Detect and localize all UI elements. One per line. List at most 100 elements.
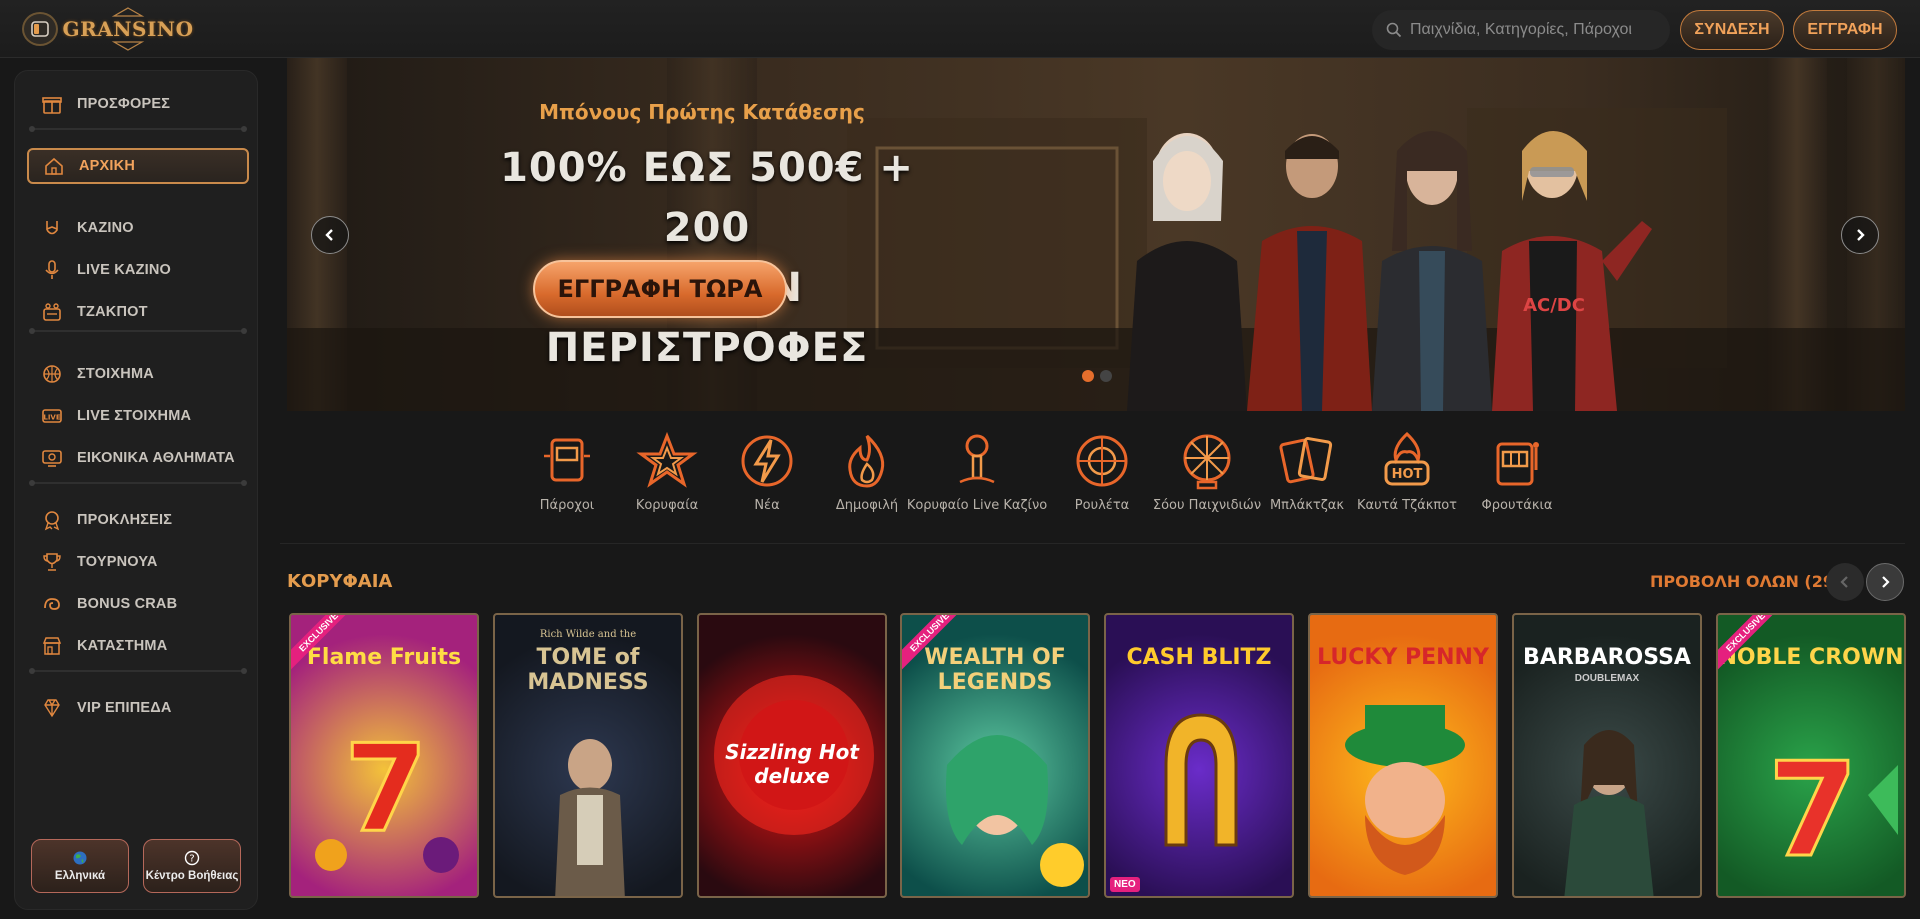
sidebar-item-καζινο[interactable]: ΚΑΖΙΝΟ xyxy=(27,210,249,246)
sidebar-item-bonus-crab[interactable]: BONUS CRAB xyxy=(27,586,249,622)
game-tile[interactable]: WEALTH OF LEGENDS EXCLUSIVE xyxy=(900,613,1090,898)
category-label: Κορυφαίο Live Καζίνο xyxy=(906,498,1048,513)
sidebar-divider xyxy=(29,328,247,334)
category-microphone[interactable]: Κορυφαίο Live Καζίνο xyxy=(907,430,1047,513)
store-icon xyxy=(42,637,62,655)
game-title: Sizzling Hot deluxe xyxy=(725,740,859,788)
banner-dot[interactable] xyxy=(1100,370,1112,382)
jackpot-icon xyxy=(43,303,61,321)
banner-dot[interactable] xyxy=(1082,370,1094,382)
category-cards[interactable]: Μπλάκτζακ xyxy=(1252,430,1362,513)
logo-emblem-icon xyxy=(111,7,145,51)
svg-text:LIVE: LIVE xyxy=(43,414,60,422)
games-next-button[interactable] xyxy=(1866,563,1904,601)
search-input[interactable] xyxy=(1410,21,1660,39)
live-icon: LIVE xyxy=(42,409,62,423)
sidebar-item-live-στοιχημα[interactable]: LIVE LIVE ΣΤΟΙΧΗΜΑ xyxy=(27,398,249,434)
slot-machine-icon xyxy=(1496,442,1539,486)
lightning-icon xyxy=(741,435,793,487)
search-box[interactable] xyxy=(1372,10,1670,50)
category-label: Καυτά Τζάκποτ xyxy=(1357,498,1457,513)
home-icon xyxy=(45,157,63,175)
view-all-label: ΠΡΟΒΟΛΗ ΟΛΩΝ (292) xyxy=(1650,572,1853,591)
category-label: Μπλάκτζακ xyxy=(1269,498,1345,513)
games-prev-button[interactable] xyxy=(1826,563,1864,601)
sidebar-item-στοιχημα[interactable]: ΣΤΟΙΧΗΜΑ xyxy=(27,356,249,392)
language-label: Ελληνικά xyxy=(54,870,106,882)
banner-next-button[interactable] xyxy=(1841,216,1879,254)
sidebar-item-αρχικη[interactable]: ΑΡΧΙΚΗ xyxy=(27,148,249,184)
game-tile[interactable]: 7 Flame Fruits EXCLUSIVE xyxy=(289,613,479,898)
game-tile[interactable]: CASH BLITZ ΝΕΟ xyxy=(1104,613,1294,898)
category-star[interactable]: Κορυφαία xyxy=(612,430,722,513)
sidebar-item-label: BONUS CRAB xyxy=(77,596,178,612)
sidebar-toggle-button[interactable] xyxy=(22,12,58,46)
sidebar-item-label: ΚΑΖΙΝΟ xyxy=(77,220,134,236)
logo[interactable]: GRANSINO xyxy=(63,6,193,52)
game-title: BARBAROSSA xyxy=(1523,645,1691,670)
trophy-icon xyxy=(43,553,61,571)
category-lightning[interactable]: Νέα xyxy=(712,430,822,513)
sidebar-item-label: ΑΡΧΙΚΗ xyxy=(79,158,135,174)
category-label: Νέα xyxy=(754,498,780,513)
category-slot-machine[interactable]: Φρουτάκια xyxy=(1462,430,1572,513)
svg-text:HOT: HOT xyxy=(1392,467,1423,482)
sidebar-item-προσφορες[interactable]: ΠΡΟΣΦΟΡΕΣ xyxy=(27,86,249,122)
language-button[interactable]: Ελληνικά xyxy=(31,839,129,893)
globe-icon xyxy=(73,851,87,865)
category-hot[interactable]: HOT Καυτά Τζάκποτ xyxy=(1352,430,1462,513)
sidebar-item-καταστημα[interactable]: ΚΑΤΑΣΤΗΜΑ xyxy=(27,628,249,664)
sidebar-item-τζακποτ[interactable]: ΤΖΑΚΠΟΤ xyxy=(27,294,249,330)
svg-text:?: ? xyxy=(189,854,194,865)
promo-banner: AC/DC Μπόνους Πρώτης Κατάθεσης 100% ΕΩΣ … xyxy=(287,58,1905,411)
sidebar-item-vip-επιπεδα[interactable]: VIP ΕΠΙΠΕΔΑ xyxy=(27,690,249,726)
banner-subtitle: Μπόνους Πρώτης Κατάθεσης xyxy=(539,100,865,124)
roulette-icon xyxy=(1076,435,1128,487)
category-label: Κορυφαία xyxy=(635,498,699,513)
microphone-icon xyxy=(45,260,59,279)
category-provider-machine[interactable]: Πάροχοι xyxy=(512,430,622,513)
wheel-icon xyxy=(1183,434,1231,490)
help-icon: ? xyxy=(184,850,200,866)
provider-machine-icon xyxy=(544,438,590,482)
sidebar-item-label: ΠΡΟΣΦΟΡΕΣ xyxy=(77,96,171,112)
help-center-button[interactable]: ? Κέντρο Βοήθειας xyxy=(143,839,241,893)
sidebar-item-label: LIVE ΚΑΖΙΝΟ xyxy=(77,262,172,278)
sidebar-item-label: ΚΑΤΑΣΤΗΜΑ xyxy=(77,638,168,654)
category-wheel[interactable]: Σόου Παιχνιδιών xyxy=(1152,430,1262,513)
chevron-right-icon xyxy=(1857,229,1865,241)
game-title: NOBLE CROWN xyxy=(1718,645,1904,670)
category-roulette[interactable]: Ρουλέτα xyxy=(1047,430,1157,513)
flame-icon xyxy=(848,434,885,488)
star-icon xyxy=(636,431,698,488)
register-now-button[interactable]: ΕΓΓΡΑΦΗ ΤΩΡΑ xyxy=(533,260,787,318)
chevron-left-icon xyxy=(1840,576,1848,588)
basketball-icon xyxy=(43,365,61,383)
category-bar: Πάροχοι Κορυφαία Νέα Δημοφιλή Κορυφαίο Live … xyxy=(287,430,1905,540)
register-button[interactable]: ΕΓΓΡΑΦΗ xyxy=(1793,10,1897,50)
category-flame[interactable]: Δημοφιλή xyxy=(812,430,922,513)
gift-icon xyxy=(42,97,62,114)
sidebar-item-label: ΤΖΑΚΠΟΤ xyxy=(77,304,148,320)
game-tile[interactable]: LUCKY PENNY xyxy=(1308,613,1498,898)
game-title: CASH BLITZ xyxy=(1126,645,1272,670)
help-center-label: Κέντρο Βοήθειας xyxy=(145,870,239,882)
svg-text:7: 7 xyxy=(1768,734,1858,886)
sidebar-item-εικονικα-αθληματα[interactable]: ΕΙΚΟΝΙΚΑ ΑΘΛΗΜΑΤΑ xyxy=(27,440,249,476)
sidebar-item-live-καζινο[interactable]: LIVE ΚΑΖΙΝΟ xyxy=(27,252,249,288)
sidebar-divider xyxy=(29,480,247,486)
game-tile[interactable]: 7 NOBLE CROWN EXCLUSIVE xyxy=(1716,613,1906,898)
game-tile[interactable]: BARBAROSSA DOUBLEMAX xyxy=(1512,613,1702,898)
game-title: Flame Fruits xyxy=(306,645,462,670)
game-tile[interactable]: Sizzling Hot deluxe xyxy=(697,613,887,898)
sidebar-item-προκλησεις[interactable]: ΠΡΟΚΛΗΣΕΙΣ xyxy=(27,502,249,538)
banner-title: 100% ΕΩΣ 500€ + 200 ΔΩΡΕΑΝ ΠΕΡΙΣΤΡΟΦΕΣ xyxy=(467,138,947,378)
game-title: LUCKY PENNY xyxy=(1317,645,1489,670)
login-button[interactable]: ΣΥΝΔΕΣΗ xyxy=(1680,10,1784,50)
game-tile[interactable]: Rich Wilde and the TOME of MADNESS xyxy=(493,613,683,898)
sidebar-divider xyxy=(29,668,247,674)
banner-prev-button[interactable] xyxy=(311,216,349,254)
sidebar-item-τουρνουα[interactable]: ΤΟΥΡΝΟΥΑ xyxy=(27,544,249,580)
new-badge: ΝΕΟ xyxy=(1110,877,1140,892)
game-subtitle: DOUBLEMAX xyxy=(1574,673,1640,684)
